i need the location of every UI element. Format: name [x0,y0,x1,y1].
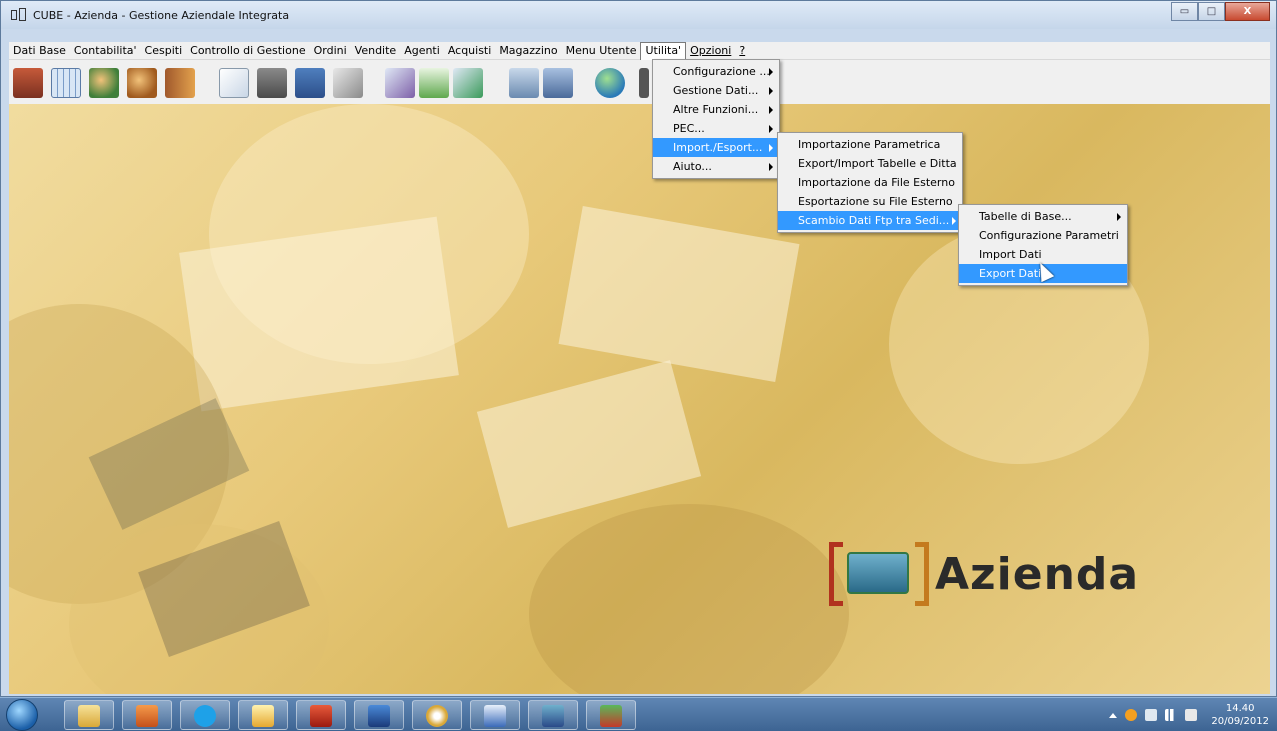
menu-acquisti[interactable]: Acquisti [444,42,496,60]
menu-import-esport[interactable]: Import./Esport... [653,138,779,157]
media-player-icon [136,705,158,727]
grid-table-icon[interactable] [51,68,81,98]
title-bar[interactable]: CUBE - Azienda - Gestione Aziendale Inte… [1,1,1276,29]
taskbar-media[interactable] [122,700,172,730]
app-c-icon [600,705,622,727]
customers-icon[interactable] [89,68,119,98]
menu-menu-utente[interactable]: Menu Utente [562,42,641,60]
device-icon[interactable] [1145,709,1158,721]
menu-pec[interactable]: PEC... [653,119,779,138]
import-export-submenu: Importazione Parametrica Export/Import T… [777,132,963,233]
menu-bar: Dati Base Contabilita' Cespiti Controllo… [9,41,1270,60]
menu-altre-funzioni[interactable]: Altre Funzioni... [653,100,779,119]
maximize-button[interactable]: □ [1198,2,1225,21]
menu-esportazione-file-esterno[interactable]: Esportazione su File Esterno [778,192,962,211]
taskbar-cube[interactable] [528,700,578,730]
taskbar-app-c[interactable] [586,700,636,730]
minimize-button[interactable]: ▭ [1171,2,1198,21]
menu-export-import-tabelle[interactable]: Export/Import Tabelle e Ditta [778,154,962,173]
notification-icon[interactable] [1125,709,1138,721]
menu-help[interactable]: ? [735,42,749,60]
menu-gestione-dati[interactable]: Gestione Dati... [653,81,779,100]
taskbar-word[interactable] [470,700,520,730]
menu-utilita[interactable]: Utilita' [640,41,687,60]
disk-icon [426,705,448,727]
app-window: CUBE - Azienda - Gestione Aziendale Inte… [0,0,1277,697]
start-button[interactable] [6,699,38,731]
taskbar-clock[interactable]: 14.40 20/09/2012 [1211,702,1269,728]
menu-importazione-file-esterno[interactable]: Importazione da File Esterno [778,173,962,192]
taskbar-disk[interactable] [412,700,462,730]
menu-opzioni[interactable]: Opzioni [686,42,735,60]
menu-configurazione-parametri[interactable]: Configurazione Parametri [959,226,1127,245]
submenu-arrow-icon [769,106,773,114]
mail-icon [252,705,274,727]
menu-dati-base[interactable]: Dati Base [9,42,70,60]
submenu-arrow-icon [1117,213,1121,221]
menu-cespiti[interactable]: Cespiti [141,42,187,60]
close-button[interactable]: X [1225,2,1270,21]
submenu-arrow-icon [769,87,773,95]
window-controls: ▭ □ X [1171,2,1270,21]
menu-agenti[interactable]: Agenti [400,42,444,60]
clock-time: 14.40 [1225,703,1255,714]
taskbar-outlook[interactable] [238,700,288,730]
menu-ordini[interactable]: Ordini [310,42,351,60]
skype-icon [194,705,216,727]
volume-icon[interactable] [1185,709,1198,721]
printer-icon[interactable] [257,68,287,98]
menu-configurazione[interactable]: Configurazione ... [653,62,779,81]
menu-tabelle-di-base[interactable]: Tabelle di Base... [959,207,1127,226]
app-d-icon [368,705,390,727]
submenu-arrow-icon [769,68,773,76]
menu-aiuto[interactable]: Aiuto... [653,157,779,176]
menu-magazzino[interactable]: Magazzino [495,42,561,60]
computer-logo-icon [829,542,929,606]
submenu-arrow-icon [769,144,773,152]
taskbar-app-d[interactable] [354,700,404,730]
brand-name: Azienda [935,548,1140,600]
suppliers-icon[interactable] [127,68,157,98]
calendar-icon[interactable] [509,68,539,98]
window-title: CUBE - Azienda - Gestione Aziendale Inte… [33,8,290,22]
clock-date: 20/09/2012 [1211,716,1269,727]
menu-vendite[interactable]: Vendite [351,42,401,60]
utilita-dropdown: Configurazione ... Gestione Dati... Altr… [652,59,780,179]
word-icon [484,705,506,727]
sheet-icon[interactable] [419,68,449,98]
menu-controllo-gestione[interactable]: Controllo di Gestione [186,42,309,60]
submenu-arrow-icon [769,125,773,133]
background-workspace: Azienda [9,104,1270,694]
notepad-icon[interactable] [333,68,363,98]
books-icon[interactable] [165,68,195,98]
factory-icon[interactable] [13,68,43,98]
show-hidden-icon[interactable] [1109,712,1118,718]
browser-icon [310,705,332,727]
printer-small-icon[interactable] [639,68,649,98]
edit-document-icon[interactable] [219,68,249,98]
submenu-arrow-icon [769,163,773,171]
submenu-arrow-icon [952,217,956,225]
menu-contabilita[interactable]: Contabilita' [70,42,141,60]
menu-importazione-parametrica[interactable]: Importazione Parametrica [778,135,962,154]
cube-app-icon [542,705,564,727]
report-user-icon[interactable] [385,68,415,98]
taskbar-skype[interactable] [180,700,230,730]
globe-icon[interactable] [595,68,625,98]
toolbar [9,60,1270,104]
taskbar: 14.40 20/09/2012 [0,697,1277,731]
taskbar-browser[interactable] [296,700,346,730]
folder-icon [78,705,100,727]
menu-scambio-dati-ftp[interactable]: Scambio Dati Ftp tra Sedi... [778,211,962,230]
system-tray: 14.40 20/09/2012 [1105,702,1269,728]
ledger-icon[interactable] [295,68,325,98]
taskbar-explorer[interactable] [64,700,114,730]
brand-logo: Azienda [829,542,1139,606]
network-signal-icon[interactable] [1165,709,1178,721]
app-icon [11,8,27,22]
archive-icon[interactable] [543,68,573,98]
transfer-icon[interactable] [453,68,483,98]
